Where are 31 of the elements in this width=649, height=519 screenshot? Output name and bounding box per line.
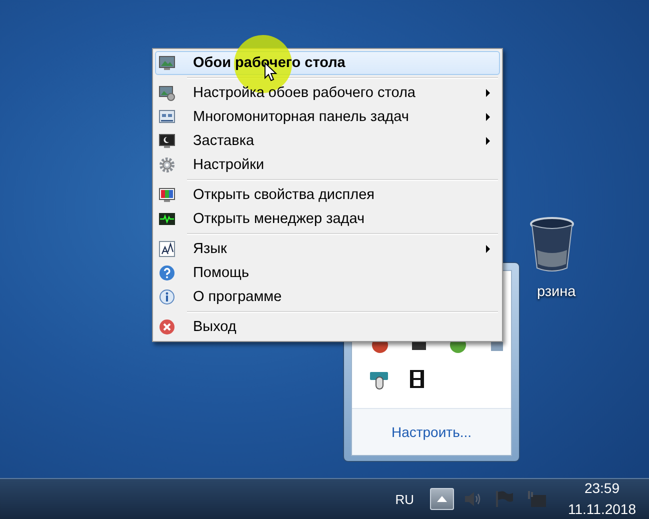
film-icon[interactable] <box>409 369 425 389</box>
menu-item[interactable]: Язык <box>155 237 500 261</box>
font-icon <box>159 241 175 257</box>
wallpaper-settings-icon <box>159 85 175 101</box>
menu-item[interactable]: Заставка <box>155 129 500 153</box>
clock-date[interactable]: 11.11.2018 <box>568 499 636 519</box>
recycle-bin-label: рзина <box>537 284 576 300</box>
wallpaper-icon <box>159 55 175 71</box>
menu-item[interactable]: Многомониторная панель задач <box>155 105 500 129</box>
menu-item[interactable]: Открыть свойства дисплея <box>155 183 500 207</box>
taskbar-monitor-icon <box>159 109 175 125</box>
recycle-bin-icon[interactable] <box>528 216 576 274</box>
customize-link[interactable]: Настроить... <box>391 424 472 440</box>
menu-item[interactable]: Открыть менеджер задач <box>155 207 500 231</box>
display-icon <box>159 187 175 203</box>
show-hidden-icons-button[interactable] <box>430 488 454 510</box>
info-icon <box>159 289 175 305</box>
menu-item[interactable]: Настройка обоев рабочего стола <box>155 81 500 105</box>
gear-icon <box>159 157 175 173</box>
menu-item[interactable]: Выход <box>155 315 500 339</box>
menu-item[interactable]: Настройки <box>155 153 500 177</box>
monitor-moon-icon <box>159 133 175 149</box>
activity-monitor-icon <box>159 211 175 227</box>
caret-icon <box>437 496 447 502</box>
exit-icon <box>159 319 175 335</box>
keyboard-mouse-icon[interactable] <box>370 369 390 391</box>
menu-item[interactable]: О программе <box>155 285 500 309</box>
menu-item[interactable]: Помощь <box>155 261 500 285</box>
language-indicator[interactable]: RU <box>395 492 414 506</box>
help-icon <box>159 265 175 281</box>
clock-time[interactable]: 23:59 <box>584 478 620 499</box>
